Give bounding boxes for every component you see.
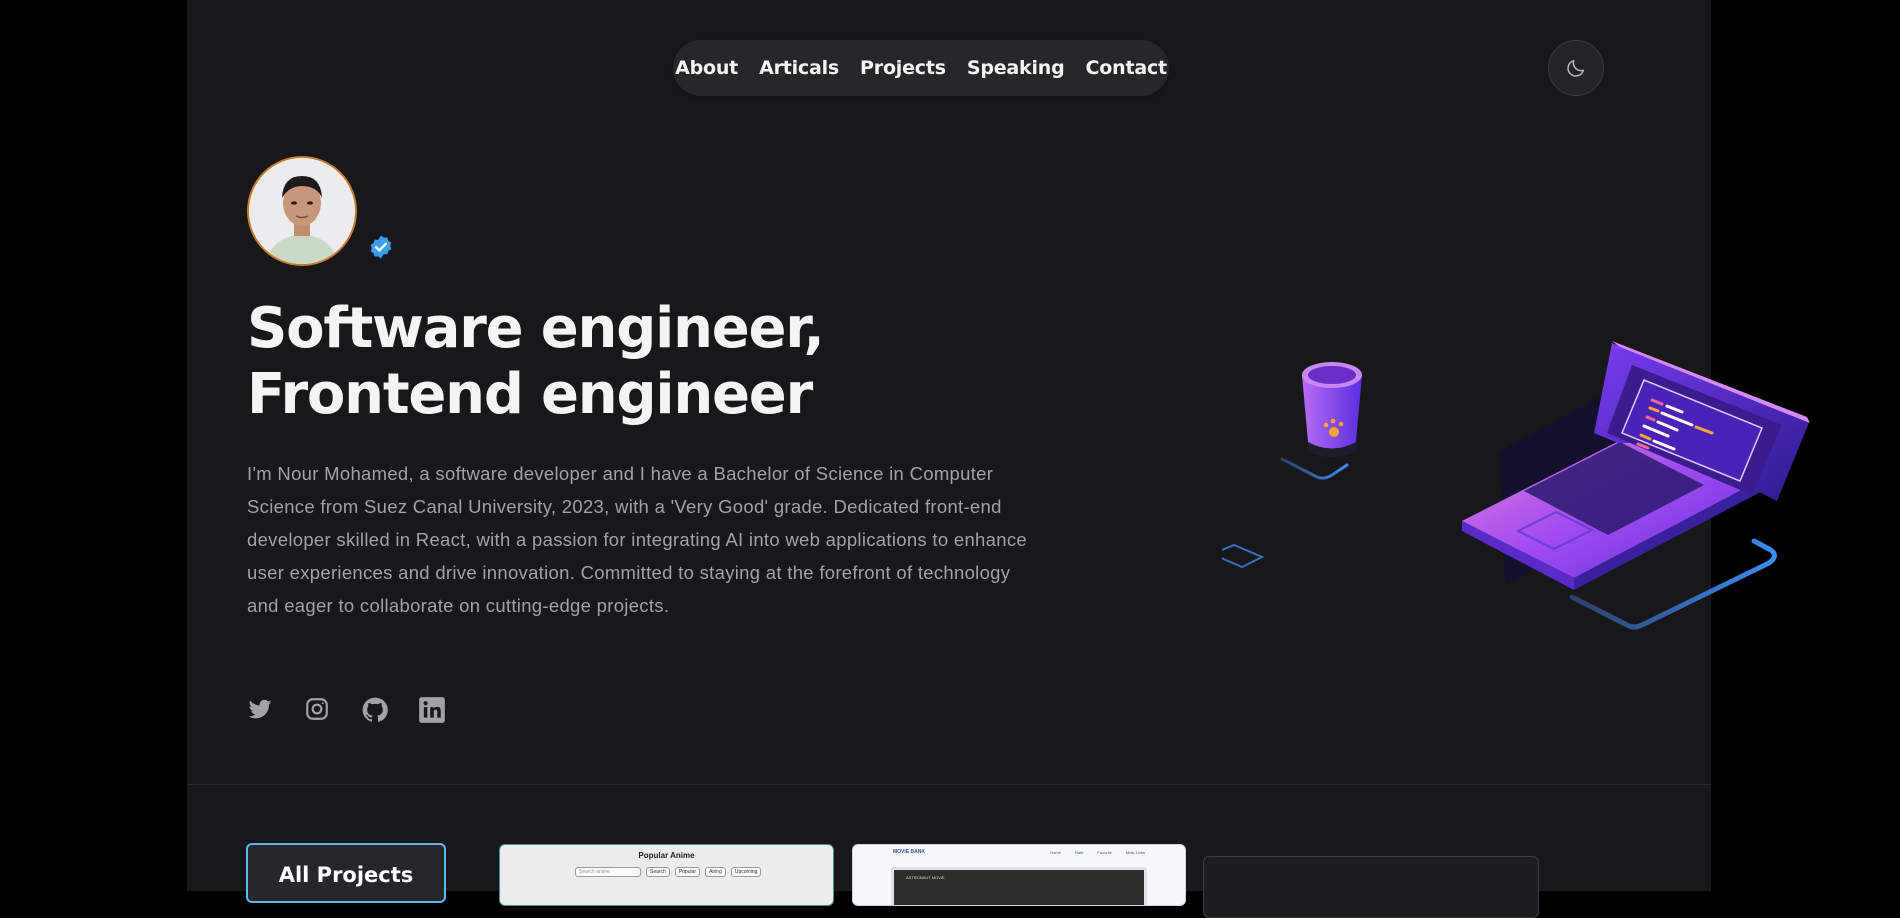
card-hero-image: ASTRONAUT MOVIE (891, 867, 1147, 905)
instagram-icon[interactable] (304, 696, 332, 724)
all-projects-button[interactable]: All Projects (246, 843, 446, 903)
card-link: Most Links (1125, 849, 1145, 855)
github-icon[interactable] (361, 696, 389, 724)
nav-articals[interactable]: Articals (759, 57, 839, 79)
card-link: Rate (1074, 849, 1084, 855)
twitter-icon[interactable] (247, 696, 275, 724)
page: About Articals Projects Speaking Contact… (187, 0, 1810, 918)
theme-toggle-button[interactable] (1548, 40, 1604, 96)
main-nav: About Articals Projects Speaking Contact (673, 40, 1169, 96)
card-logo: MOVIE BANK (893, 849, 925, 855)
moon-icon (1567, 59, 1585, 77)
card-toolbar: Search anime Search Popular Airing Upcom… (575, 867, 762, 877)
project-card-placeholder[interactable] (1203, 856, 1539, 918)
card-link: Home (1050, 849, 1061, 855)
card-nav-links: Home Rate Favorite Most Links (1050, 850, 1145, 855)
card-button-airing: Airing (705, 867, 726, 877)
bio-text: I'm Nour Mohamed, a software developer a… (247, 463, 1027, 616)
linkedin-icon[interactable] (418, 696, 446, 724)
card-link: Favorite (1097, 849, 1112, 855)
section-divider (187, 784, 1711, 785)
card-nav: MOVIE BANK Home Rate Favorite Most Links (893, 849, 1145, 855)
nav-about[interactable]: About (675, 57, 738, 79)
social-links (247, 696, 446, 724)
project-card-movie-bank[interactable]: MOVIE BANK Home Rate Favorite Most Links… (852, 844, 1186, 906)
card-button-search: Search (646, 867, 670, 877)
laptop-illustration (1222, 341, 1810, 630)
project-card-anime[interactable]: Popular Anime Search anime Search Popula… (499, 844, 834, 906)
nav-speaking[interactable]: Speaking (967, 57, 1065, 79)
nav-projects[interactable]: Projects (860, 57, 946, 79)
page-title: Software engineer, Frontend engineer (247, 296, 825, 427)
card-button-popular: Popular (674, 867, 701, 877)
card-search-input: Search anime (575, 867, 641, 877)
avatar (247, 156, 357, 266)
verified-badge-icon (370, 235, 392, 259)
nav-contact[interactable]: Contact (1086, 57, 1168, 79)
card-title: Popular Anime (638, 851, 695, 860)
card-hero-label: ASTRONAUT MOVIE (906, 875, 945, 880)
card-button-upcoming: Upcoming (730, 867, 762, 877)
